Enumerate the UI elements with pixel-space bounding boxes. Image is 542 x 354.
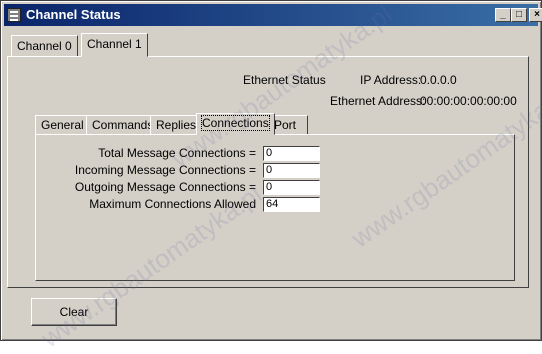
total-connections-label: Total Message Connections = (98, 146, 256, 160)
tab-commands-label: Commands (92, 118, 154, 132)
ip-address-value: 0.0.0.0 (420, 73, 457, 87)
tab-channel-1[interactable]: Channel 1 (81, 33, 148, 57)
minimize-button[interactable]: _ (495, 8, 511, 22)
window-icon (7, 8, 21, 22)
outgoing-connections-label: Outgoing Message Connections = (74, 180, 256, 194)
tab-replies-label: Replies (156, 118, 197, 132)
tab-commands[interactable]: Commands (86, 115, 160, 135)
max-connections-value: 64 (263, 197, 320, 212)
max-connections-label: Maximum Connections Allowed (89, 197, 256, 211)
ip-address-label: IP Address: (360, 73, 422, 87)
total-connections-value: 0 (263, 146, 320, 161)
tab-channel-1-label: Channel 1 (87, 37, 142, 51)
close-button[interactable]: × (529, 8, 542, 22)
tab-port-label: Port (274, 118, 297, 132)
incoming-connections-value: 0 (263, 163, 320, 178)
channel-status-window: Channel Status _ □ × Channel 0 Channel 1… (0, 0, 542, 353)
tab-connections-label: Connections (201, 115, 270, 131)
maximize-button[interactable]: □ (511, 8, 527, 22)
ethernet-address-label: Ethernet Address: (330, 94, 426, 108)
tab-channel-0-label: Channel 0 (17, 39, 72, 53)
tab-connections[interactable]: Connections (196, 113, 275, 135)
tab-general[interactable]: General (35, 115, 90, 135)
incoming-connections-label: Incoming Message Connections = (74, 163, 256, 177)
title-bar[interactable]: Channel Status _ □ × (4, 4, 542, 26)
tab-channel-0[interactable]: Channel 0 (11, 35, 78, 57)
tab-replies[interactable]: Replies (150, 115, 203, 135)
clear-button[interactable]: Clear (31, 298, 117, 326)
tab-general-label: General (41, 118, 84, 132)
window-title: Channel Status (26, 7, 121, 22)
outgoing-connections-value: 0 (263, 180, 320, 195)
ethernet-status-label: Ethernet Status (243, 73, 326, 87)
ethernet-address-value: 00:00:00:00:00:00 (420, 94, 517, 108)
connections-panel: Total Message Connections = 0 Incoming M… (35, 134, 515, 281)
